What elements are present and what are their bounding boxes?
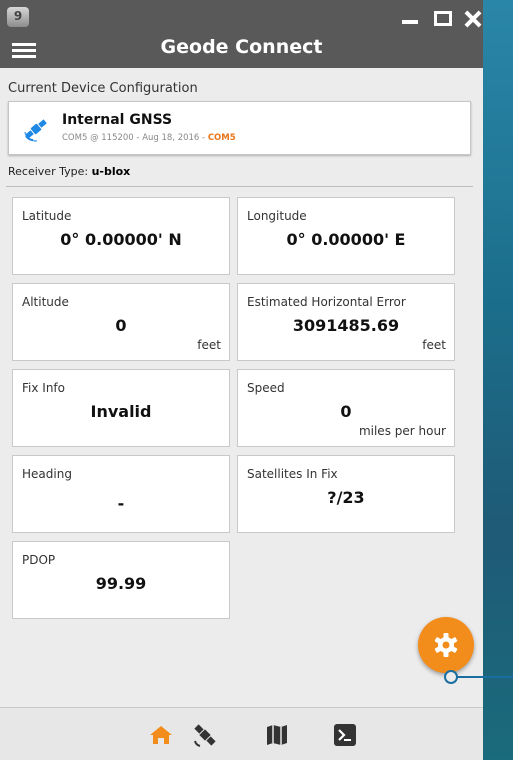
latitude-value: 0° 0.00000' N bbox=[60, 230, 182, 249]
app-title: Geode Connect bbox=[160, 36, 323, 58]
device-port: COM5 bbox=[207, 133, 236, 143]
heading-value: - bbox=[117, 494, 125, 513]
fix-info-tile: Fix Info Invalid bbox=[12, 369, 230, 447]
horizontal-error-tile: Estimated Horizontal Error 3091485.69 fe… bbox=[237, 283, 455, 361]
home-icon bbox=[150, 726, 172, 744]
gps-satellite-icon bbox=[23, 116, 49, 142]
altitude-value: 0 bbox=[115, 316, 127, 335]
heading-tile: Heading - bbox=[12, 455, 230, 533]
speed-unit: miles per hour bbox=[358, 424, 446, 438]
speed-tile: Speed 0 miles per hour bbox=[237, 369, 455, 447]
app-icon: 9 bbox=[7, 7, 29, 27]
callout-line bbox=[456, 676, 513, 678]
nav-terminal-button[interactable] bbox=[332, 722, 358, 748]
minimize-button[interactable] bbox=[396, 6, 424, 30]
horizontal-error-label: Estimated Horizontal Error bbox=[247, 295, 406, 309]
fix-info-value: Invalid bbox=[90, 402, 152, 421]
speed-label: Speed bbox=[247, 381, 285, 395]
app-window: 9 Geode Connect Current Device Configura… bbox=[0, 0, 483, 760]
nav-home-button[interactable] bbox=[148, 722, 174, 748]
section-label: Current Device Configuration bbox=[8, 81, 198, 96]
close-button[interactable] bbox=[460, 6, 483, 30]
fix-info-label: Fix Info bbox=[22, 381, 65, 395]
longitude-label: Longitude bbox=[247, 209, 307, 223]
speed-value: 0 bbox=[340, 402, 352, 421]
latitude-tile: Latitude 0° 0.00000' N bbox=[12, 197, 230, 275]
nav-satellite-button[interactable] bbox=[192, 722, 218, 748]
satellites-tile: Satellites In Fix ?/23 bbox=[237, 455, 455, 533]
altitude-tile: Altitude 0 feet bbox=[12, 283, 230, 361]
device-name: Internal GNSS bbox=[62, 112, 173, 128]
altitude-unit: feet bbox=[197, 338, 221, 352]
receiver-type: Receiver Type: u-blox bbox=[8, 165, 130, 178]
satellites-value: ?/23 bbox=[327, 488, 365, 507]
nav-map-button[interactable] bbox=[264, 722, 290, 748]
satellites-label: Satellites In Fix bbox=[247, 467, 338, 481]
device-connection-text: COM5 @ 115200 - Aug 18, 2016 - bbox=[62, 133, 208, 143]
altitude-label: Altitude bbox=[22, 295, 69, 309]
bottom-nav bbox=[0, 707, 483, 760]
receiver-type-value: u-blox bbox=[91, 165, 131, 178]
divider bbox=[6, 186, 473, 187]
settings-fab-button[interactable] bbox=[418, 617, 474, 673]
device-details: COM5 @ 115200 - Aug 18, 2016 - COM5 bbox=[62, 133, 236, 143]
heading-label: Heading bbox=[22, 467, 72, 481]
satellite-icon bbox=[194, 724, 216, 747]
pdop-value: 99.99 bbox=[95, 574, 147, 593]
longitude-tile: Longitude 0° 0.00000' E bbox=[237, 197, 455, 275]
maximize-button[interactable] bbox=[428, 6, 456, 30]
pdop-tile: PDOP 99.99 bbox=[12, 541, 230, 619]
gear-icon bbox=[434, 633, 458, 657]
longitude-value: 0° 0.00000' E bbox=[286, 230, 406, 249]
device-card[interactable]: Internal GNSS COM5 @ 115200 - Aug 18, 20… bbox=[8, 101, 471, 155]
title-bar: 9 Geode Connect bbox=[0, 0, 483, 68]
receiver-type-label: Receiver Type: bbox=[8, 165, 92, 178]
horizontal-error-unit: feet bbox=[422, 338, 446, 352]
latitude-label: Latitude bbox=[22, 209, 72, 223]
pdop-label: PDOP bbox=[22, 553, 56, 567]
desktop-background bbox=[483, 0, 513, 760]
map-icon bbox=[267, 725, 287, 745]
horizontal-error-value: 3091485.69 bbox=[292, 316, 400, 335]
terminal-icon bbox=[334, 724, 356, 746]
